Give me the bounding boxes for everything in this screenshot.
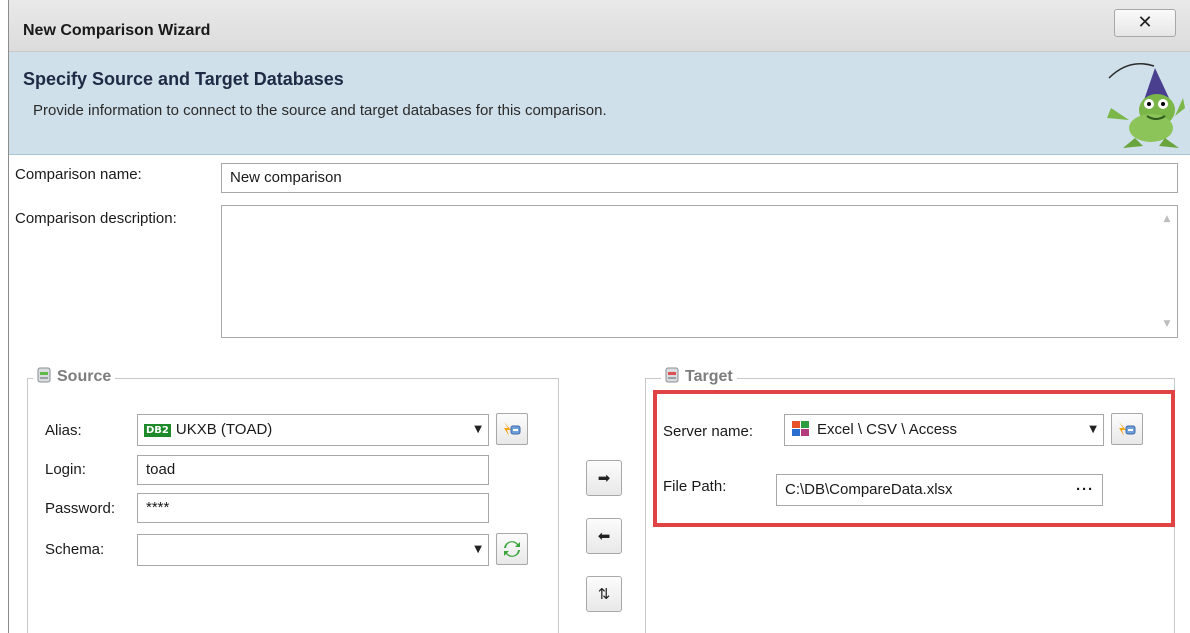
toad-logo-icon	[1107, 63, 1185, 148]
schema-select[interactable]: ▼	[137, 534, 489, 566]
copy-to-target-button[interactable]: ➡	[586, 460, 622, 496]
alias-select[interactable]: DB2 UKXB (TOAD) ▼	[137, 414, 489, 446]
wizard-header: Specify Source and Target Databases Prov…	[9, 52, 1190, 155]
target-connection-manager-button[interactable]	[1111, 413, 1143, 445]
chevron-down-icon[interactable]: ▼	[474, 535, 482, 565]
source-legend-text: Source	[57, 368, 112, 385]
target-legend: Target	[661, 366, 737, 386]
login-input[interactable]: toad	[137, 455, 489, 485]
title-bar: New Comparison Wizard ✕	[9, 0, 1190, 52]
close-button[interactable]: ✕	[1114, 9, 1176, 37]
comparison-name-input[interactable]: New comparison	[221, 163, 1178, 193]
server-name-label: Server name:	[663, 423, 754, 440]
page-title: Specify Source and Target Databases	[23, 69, 344, 89]
comparison-description-label: Comparison description:	[15, 210, 177, 227]
chevron-down-icon[interactable]: ▼	[1089, 415, 1097, 445]
login-label: Login:	[45, 461, 86, 478]
schema-label: Schema:	[45, 541, 105, 558]
new-connection-icon	[504, 422, 521, 436]
browse-file-button[interactable]: ···	[1076, 475, 1094, 505]
database-icon	[665, 367, 679, 383]
office-apps-icon	[792, 421, 809, 436]
refresh-icon	[504, 541, 520, 557]
password-label: Password:	[45, 500, 116, 517]
comparison-description-input[interactable]: ▲ ▼	[221, 205, 1178, 338]
window-title: New Comparison Wizard	[23, 22, 211, 39]
page-subtitle: Provide information to connect to the so…	[33, 102, 607, 119]
server-name-select[interactable]: Excel \ CSV \ Access ▼	[784, 414, 1104, 446]
target-highlight-box	[653, 390, 1175, 527]
connection-manager-button[interactable]	[496, 413, 528, 445]
comparison-wizard-dialog: New Comparison Wizard ✕ Specify Source a…	[8, 0, 1190, 633]
chevron-down-icon[interactable]: ▼	[474, 415, 482, 445]
db2-icon: DB2	[144, 424, 171, 437]
alias-value: UKXB (TOAD)	[175, 421, 273, 438]
target-legend-text: Target	[685, 368, 733, 385]
database-icon	[37, 367, 51, 383]
file-path-input[interactable]: C:\DB\CompareData.xlsx ···	[776, 474, 1103, 506]
copy-to-source-button[interactable]: ⬅	[586, 518, 622, 554]
scroll-up-icon[interactable]: ▲	[1160, 214, 1174, 224]
password-input[interactable]: ****	[137, 493, 489, 523]
file-path-value: C:\DB\CompareData.xlsx	[785, 481, 953, 498]
source-legend: Source	[33, 366, 116, 386]
file-path-label: File Path:	[663, 478, 727, 495]
swap-source-target-button[interactable]: ⇅	[586, 576, 622, 612]
scroll-down-icon[interactable]: ▼	[1160, 319, 1174, 329]
comparison-name-label: Comparison name:	[15, 166, 142, 183]
refresh-schemas-button[interactable]	[496, 533, 528, 565]
new-connection-icon	[1119, 422, 1136, 436]
server-name-value: Excel \ CSV \ Access	[817, 421, 958, 438]
alias-label: Alias:	[45, 422, 82, 439]
